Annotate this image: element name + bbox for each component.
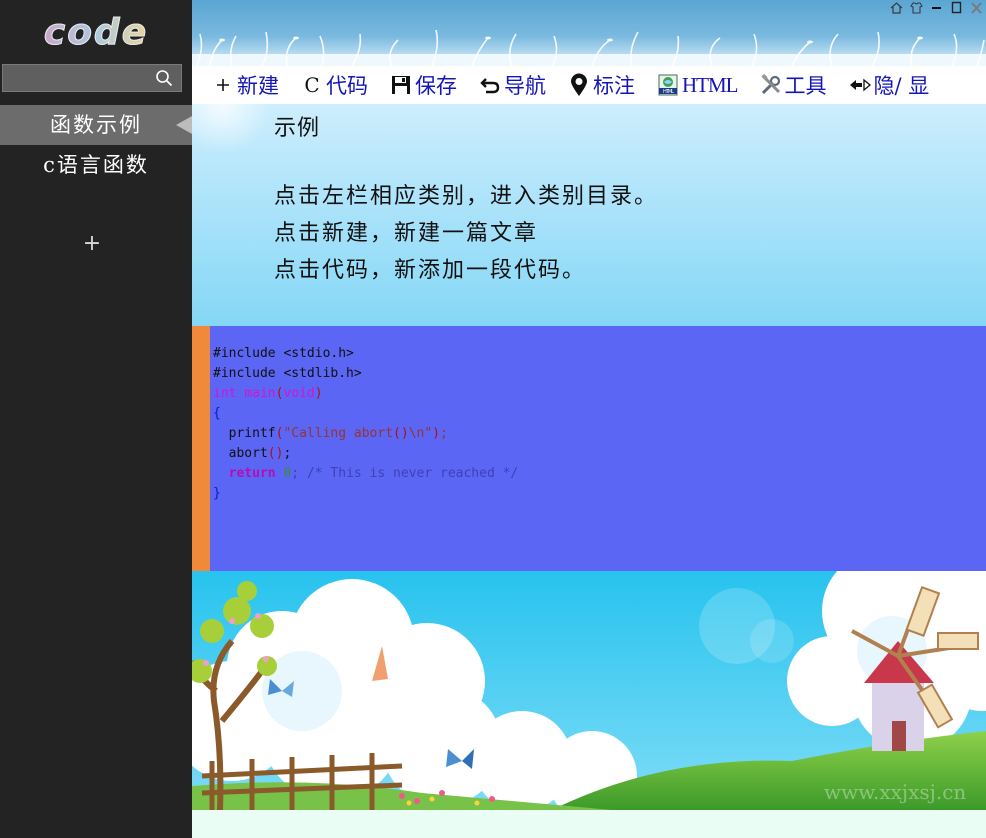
code-line-include-stdlib: #include <stdlib.h>: [213, 366, 362, 381]
svg-text:HTML: HTML: [663, 89, 674, 95]
landscape-drawing: www.xxjxsj.cn: [192, 571, 986, 810]
toggle-visibility-label: 隐/ 显: [873, 74, 930, 98]
code-fn-printf: printf: [228, 426, 276, 441]
html-file-icon: HTML: [657, 74, 679, 96]
close-icon[interactable]: [969, 0, 984, 14]
code-c-icon: C: [304, 73, 320, 97]
undo-icon: [479, 74, 501, 96]
code-block[interactable]: #include <stdio.h> #include <stdlib.h> i…: [192, 326, 986, 571]
save-button[interactable]: 保存: [390, 66, 457, 104]
category-list: 函数示例 c语言函数: [0, 105, 192, 185]
app-logo: code: [0, 8, 192, 58]
window-controls: [889, 0, 984, 14]
code-string-calling: "Calling abort: [283, 426, 394, 441]
minimize-icon[interactable]: [929, 0, 944, 14]
html-button[interactable]: HTML HTML: [657, 66, 738, 104]
article-line: 点击新建，新建一篇文章: [274, 221, 539, 246]
location-pin-icon: [568, 73, 590, 96]
header-banner: [192, 0, 986, 66]
cartoon-landscape-illustration: www.xxjxsj.cn: [192, 571, 986, 810]
maximize-icon[interactable]: [949, 0, 964, 14]
code-keyword-int: int: [213, 386, 237, 401]
sidebar-item-c-functions[interactable]: c语言函数: [0, 145, 192, 185]
new-article-label: 新建: [237, 74, 279, 98]
search-icon[interactable]: [155, 69, 173, 87]
skin-icon[interactable]: [909, 0, 924, 14]
save-label: 保存: [415, 74, 457, 98]
code-fn-main: main: [244, 386, 276, 401]
code-comment: /* This is never reached */: [306, 466, 519, 481]
footer-strip: [192, 810, 986, 838]
tools-button[interactable]: 工具: [760, 66, 827, 104]
article-content: 示例 点击左栏相应类别，进入类别目录。 点击新建，新建一篇文章 点击代码，新添加…: [192, 104, 986, 326]
code-accent-bar: [192, 326, 210, 571]
light-decoration: [192, 104, 272, 154]
annotate-label: 标注: [593, 74, 635, 98]
article-line: 点击代码，新添加一段代码。: [274, 258, 587, 283]
search-box: [2, 64, 182, 92]
watermark-text: www.xxjxsj.cn: [824, 780, 966, 804]
navigate-label: 导航: [504, 74, 546, 98]
swap-icon: [849, 74, 871, 96]
tools-icon: [760, 74, 782, 96]
plus-icon: [212, 74, 234, 96]
navigate-button[interactable]: 导航: [479, 66, 546, 104]
article-body: 点击左栏相应类别，进入类别目录。 点击新建，新建一篇文章 点击代码，新添加一段代…: [274, 178, 658, 289]
code-keyword-return: return: [228, 466, 276, 481]
search-input[interactable]: [3, 65, 151, 91]
tools-label: 工具: [784, 74, 827, 98]
toggle-visibility-button[interactable]: 隐/ 显: [849, 66, 930, 104]
annotate-button[interactable]: 标注: [568, 66, 635, 104]
new-article-button[interactable]: 新建: [212, 66, 279, 104]
save-icon: [390, 74, 412, 96]
home-icon[interactable]: [889, 0, 904, 14]
code-keyword-void: void: [283, 386, 315, 401]
code-fn-abort: abort: [228, 446, 268, 461]
code-string-newline: \n": [408, 426, 433, 441]
code-line-include-stdio: #include <stdio.h>: [213, 346, 354, 361]
sidebar: code 函数示例 c语言函数 +: [0, 0, 192, 838]
grass-decoration: [192, 30, 986, 66]
new-code-label: 代码: [326, 74, 368, 98]
article-line: 点击左栏相应类别，进入类别目录。: [274, 184, 659, 209]
toolbar: 新建 C 代码 保存 导航 标注 HTML HTML 工具 隐/ 显: [192, 66, 986, 104]
add-category-button[interactable]: +: [80, 230, 104, 258]
code-text: #include <stdio.h> #include <stdlib.h> i…: [213, 346, 519, 501]
sidebar-item-function-examples[interactable]: 函数示例: [0, 105, 192, 145]
html-label: HTML: [682, 72, 738, 97]
article-title: 示例: [274, 116, 321, 141]
new-code-button[interactable]: C 代码: [301, 66, 368, 104]
